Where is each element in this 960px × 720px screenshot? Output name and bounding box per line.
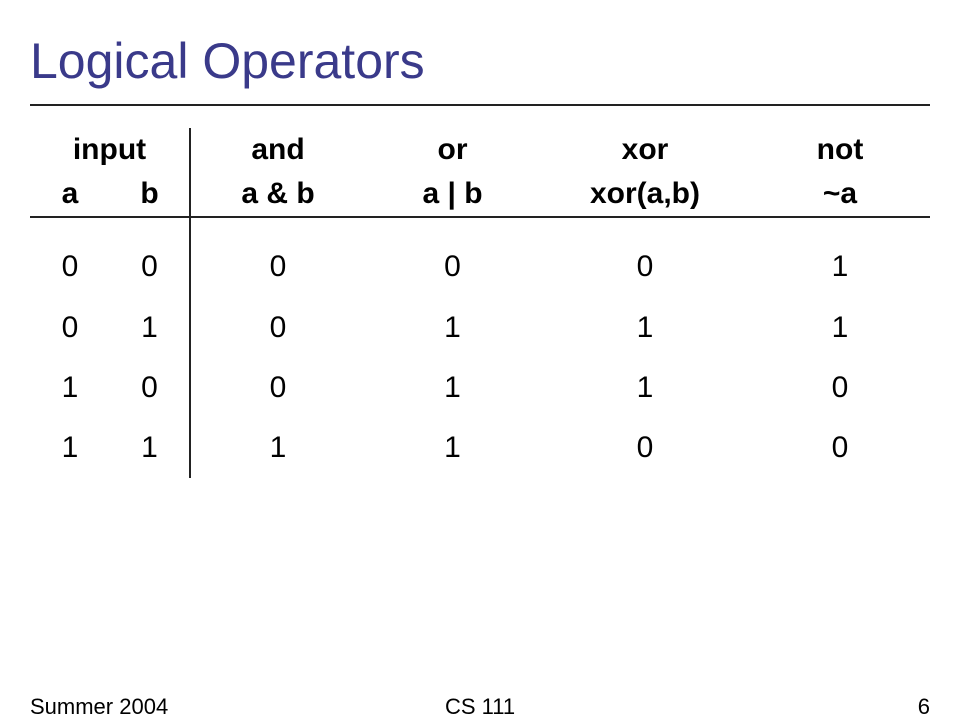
col-subheader-b: b bbox=[110, 172, 190, 217]
cell-xor: 1 bbox=[540, 358, 750, 418]
table-header-row: input and or xor not bbox=[30, 128, 930, 172]
cell-a: 1 bbox=[30, 358, 110, 418]
col-header-or: or bbox=[365, 128, 540, 172]
col-subheader-and: a & b bbox=[190, 172, 365, 217]
cell-b: 0 bbox=[110, 358, 190, 418]
page-title: Logical Operators bbox=[30, 32, 425, 90]
col-subheader-a: a bbox=[30, 172, 110, 217]
col-subheader-not: ~a bbox=[750, 172, 930, 217]
cell-b: 0 bbox=[110, 217, 190, 298]
cell-and: 0 bbox=[190, 298, 365, 358]
cell-a: 0 bbox=[30, 298, 110, 358]
col-subheader-or: a | b bbox=[365, 172, 540, 217]
cell-a: 1 bbox=[30, 418, 110, 478]
cell-xor: 1 bbox=[540, 298, 750, 358]
truth-table: input and or xor not a b a & b a | b xor… bbox=[30, 128, 930, 478]
cell-xor: 0 bbox=[540, 217, 750, 298]
cell-not: 0 bbox=[750, 358, 930, 418]
cell-and: 0 bbox=[190, 358, 365, 418]
cell-not: 0 bbox=[750, 418, 930, 478]
col-header-xor: xor bbox=[540, 128, 750, 172]
cell-or: 1 bbox=[365, 298, 540, 358]
table-row: 0 1 0 1 1 1 bbox=[30, 298, 930, 358]
col-header-input: input bbox=[30, 128, 190, 172]
cell-and: 0 bbox=[190, 217, 365, 298]
cell-and: 1 bbox=[190, 418, 365, 478]
footer-right: 6 bbox=[918, 694, 930, 720]
title-rule bbox=[30, 104, 930, 106]
col-subheader-xor: xor(a,b) bbox=[540, 172, 750, 217]
cell-or: 0 bbox=[365, 217, 540, 298]
slide: Logical Operators input and or xor not a… bbox=[0, 0, 960, 720]
table-row: 1 0 0 1 1 0 bbox=[30, 358, 930, 418]
cell-xor: 0 bbox=[540, 418, 750, 478]
col-header-not: not bbox=[750, 128, 930, 172]
footer-center: CS 111 bbox=[30, 694, 930, 720]
cell-b: 1 bbox=[110, 418, 190, 478]
cell-b: 1 bbox=[110, 298, 190, 358]
table-subheader-row: a b a & b a | b xor(a,b) ~a bbox=[30, 172, 930, 217]
cell-not: 1 bbox=[750, 217, 930, 298]
cell-not: 1 bbox=[750, 298, 930, 358]
table-row: 1 1 1 1 0 0 bbox=[30, 418, 930, 478]
cell-or: 1 bbox=[365, 358, 540, 418]
cell-or: 1 bbox=[365, 418, 540, 478]
cell-a: 0 bbox=[30, 217, 110, 298]
col-header-and: and bbox=[190, 128, 365, 172]
table-row: 0 0 0 0 0 1 bbox=[30, 217, 930, 298]
